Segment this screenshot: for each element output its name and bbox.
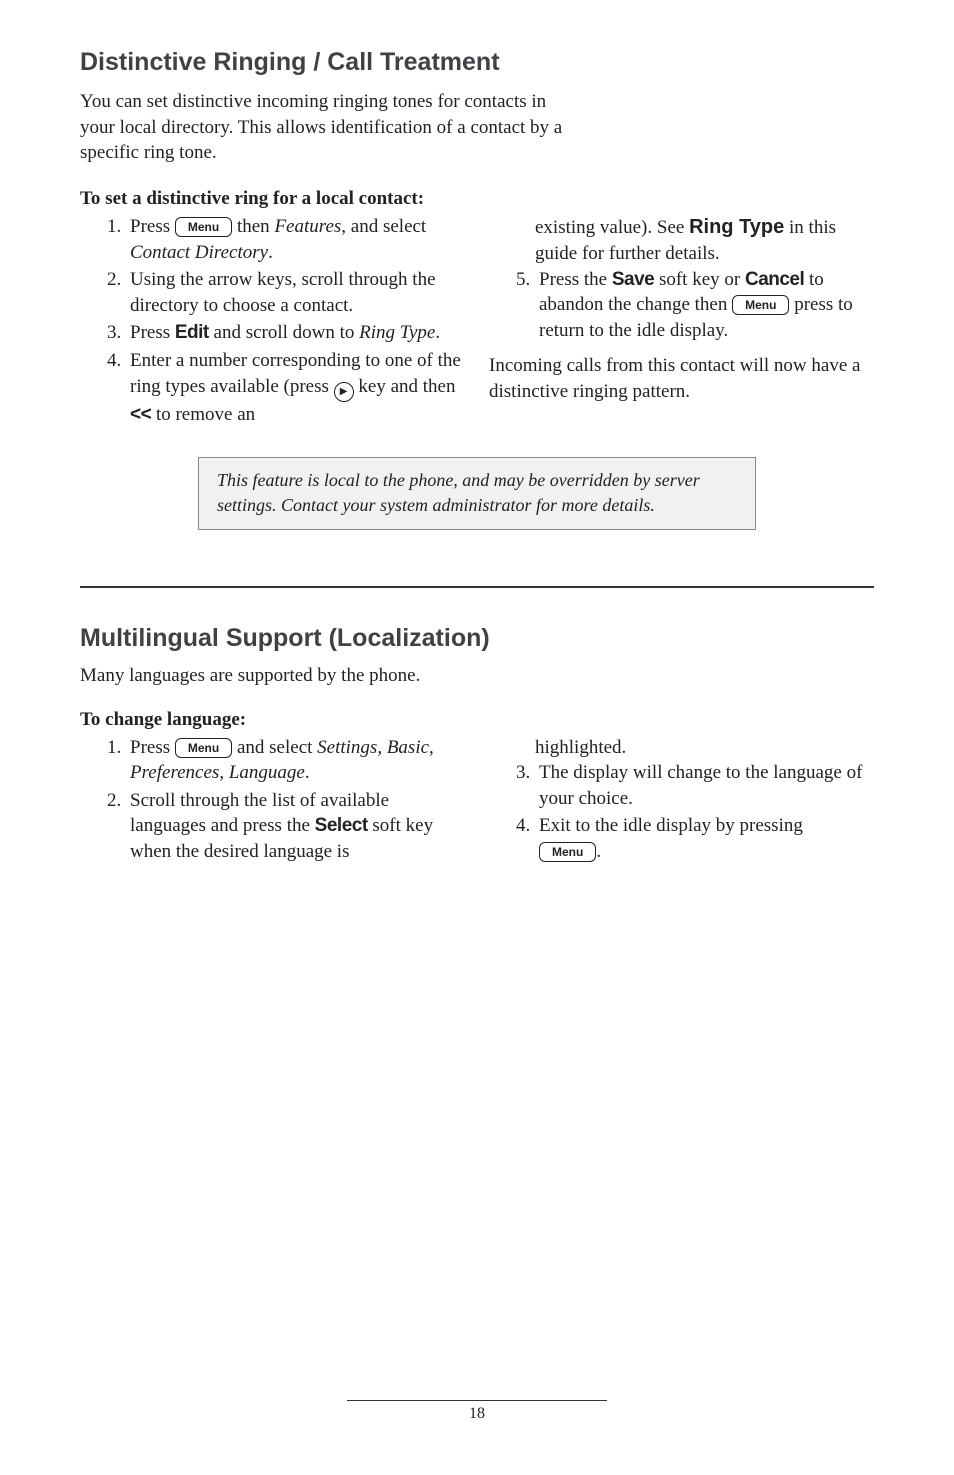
left-col-distinctive: Press Menu then Features, and select Con… bbox=[80, 214, 465, 429]
steps-right: Press the Save soft key or Cancel to aba… bbox=[489, 267, 874, 344]
menu-button-icon: Menu bbox=[732, 295, 789, 315]
right-arrow-key-icon: ▶ bbox=[334, 382, 354, 402]
intro-multilingual: Many languages are supported by the phon… bbox=[80, 665, 874, 687]
subhead-multilingual: To change language: bbox=[80, 709, 874, 731]
intro-distinctive: You can set distinctive incoming ringing… bbox=[80, 89, 580, 166]
right-col-multilingual: highlighted. The display will change to … bbox=[489, 735, 874, 867]
step-2: Using the arrow keys, scroll through the… bbox=[126, 267, 465, 318]
note-box: This feature is local to the phone, and … bbox=[198, 457, 756, 529]
step-3: Press Edit and scroll down to Ring Type. bbox=[126, 320, 465, 346]
save-softkey: Save bbox=[612, 269, 654, 290]
select-softkey: Select bbox=[315, 815, 368, 836]
step-5: Press the Save soft key or Cancel to aba… bbox=[535, 267, 874, 344]
step-4-continuation: existing value). See Ring Type in this g… bbox=[489, 214, 874, 267]
multi-step-4: Exit to the idle display by pressing Men… bbox=[535, 813, 874, 864]
result-text: Incoming calls from this contact will no… bbox=[489, 353, 874, 404]
multi-step-2-continuation: highlighted. bbox=[489, 735, 874, 761]
steps-left-multi: Press Menu and select Settings, Basic, P… bbox=[80, 735, 465, 865]
left-col-multilingual: Press Menu and select Settings, Basic, P… bbox=[80, 735, 465, 867]
section-heading-multilingual: Multilingual Support (Localization) bbox=[80, 624, 874, 653]
section-heading-distinctive: Distinctive Ringing / Call Treatment bbox=[80, 48, 874, 77]
multi-step-3: The display will change to the language … bbox=[535, 760, 874, 811]
subhead-distinctive: To set a distinctive ring for a local co… bbox=[80, 188, 874, 210]
steps-left: Press Menu then Features, and select Con… bbox=[80, 214, 465, 427]
step-1: Press Menu then Features, and select Con… bbox=[126, 214, 465, 265]
edit-softkey: Edit bbox=[175, 322, 209, 343]
page-footer: 18 bbox=[0, 1400, 954, 1423]
section-divider bbox=[80, 586, 874, 588]
page-number: 18 bbox=[469, 1405, 485, 1422]
multi-step-1: Press Menu and select Settings, Basic, P… bbox=[126, 735, 465, 786]
steps-right-multi: The display will change to the language … bbox=[489, 760, 874, 865]
backspace-key: << bbox=[130, 404, 151, 425]
cancel-softkey: Cancel bbox=[745, 269, 804, 290]
step-4: Enter a number corresponding to one of t… bbox=[126, 348, 465, 427]
menu-button-icon: Menu bbox=[175, 217, 232, 237]
menu-button-icon: Menu bbox=[175, 738, 232, 758]
right-col-distinctive: existing value). See Ring Type in this g… bbox=[489, 214, 874, 429]
multi-step-2: Scroll through the list of available lan… bbox=[126, 788, 465, 865]
menu-button-icon: Menu bbox=[539, 842, 596, 862]
ring-type-xref: Ring Type bbox=[689, 216, 784, 238]
footer-rule bbox=[347, 1400, 607, 1401]
